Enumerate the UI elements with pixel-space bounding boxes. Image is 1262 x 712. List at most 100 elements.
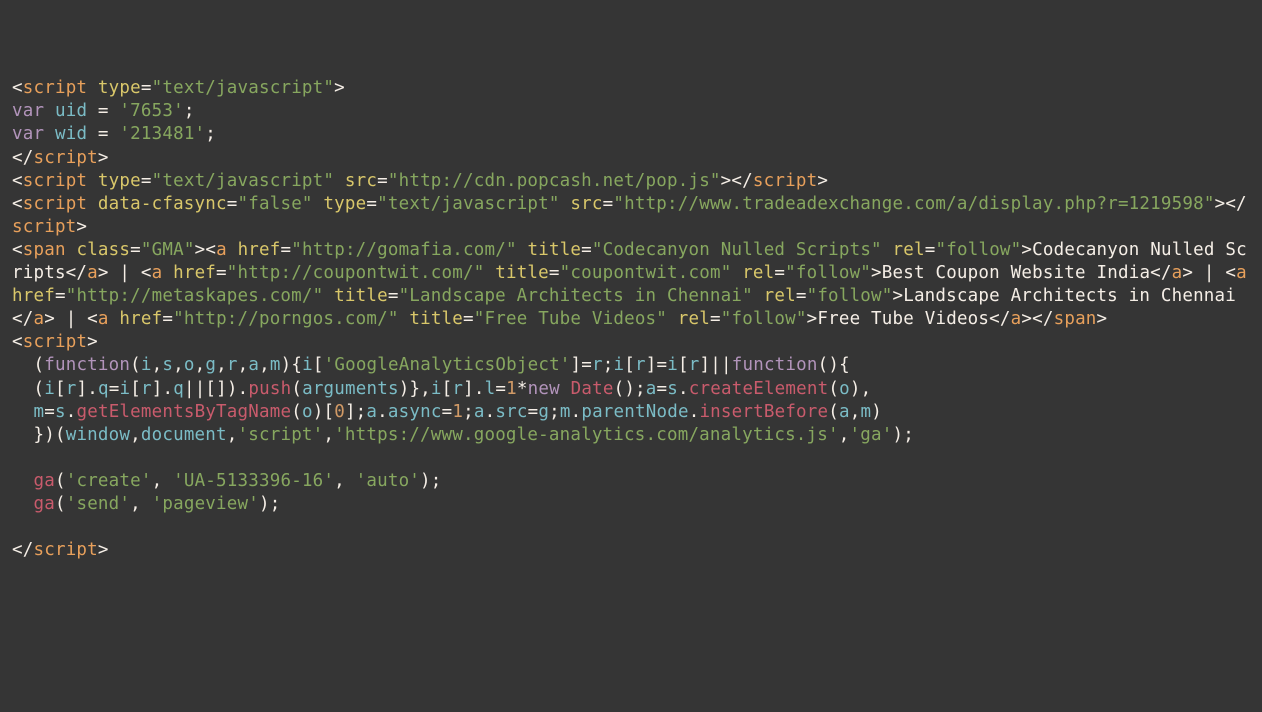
code-token: ; xyxy=(205,124,216,144)
code-token: class xyxy=(76,240,130,260)
code-token: href xyxy=(238,240,281,260)
code-token: })( xyxy=(12,425,66,445)
code-token: a xyxy=(474,402,485,422)
code-token: < xyxy=(12,194,23,214)
code-token: href xyxy=(119,309,162,329)
code-token: = xyxy=(388,286,399,306)
code-token: ){ xyxy=(281,355,302,375)
code-token: g xyxy=(538,402,549,422)
code-token: ||[]). xyxy=(184,379,248,399)
code-token: 'GoogleAnalyticsObject' xyxy=(324,355,571,375)
code-token: title xyxy=(334,286,388,306)
code-token xyxy=(12,494,33,514)
code-token: i xyxy=(431,379,442,399)
code-editor-content: <script type="text/javascript"> var uid … xyxy=(12,77,1250,562)
code-token: = xyxy=(87,101,119,121)
code-token: ; xyxy=(549,402,560,422)
code-token: r xyxy=(635,355,646,375)
code-token xyxy=(66,240,77,260)
code-token: a xyxy=(98,309,109,329)
code-token: i xyxy=(119,379,130,399)
code-token: , xyxy=(227,425,238,445)
code-token: var xyxy=(12,101,44,121)
code-token: = xyxy=(377,171,388,191)
code-token: [ xyxy=(55,379,66,399)
code-token: > | < xyxy=(44,309,98,329)
code-token: span xyxy=(1054,309,1097,329)
code-token: a xyxy=(1236,263,1247,283)
code-token: . xyxy=(66,402,77,422)
code-token xyxy=(334,171,345,191)
code-token: , xyxy=(152,471,173,491)
code-token: ); xyxy=(892,425,913,445)
code-token: ga xyxy=(33,471,54,491)
code-token: a xyxy=(87,263,98,283)
code-token: ; xyxy=(603,355,614,375)
code-token: ( xyxy=(12,379,44,399)
code-token: type xyxy=(323,194,366,214)
code-token: [ xyxy=(624,355,635,375)
code-token: (){ xyxy=(818,355,850,375)
code-token: href xyxy=(173,263,216,283)
code-token: "follow" xyxy=(785,263,871,283)
code-token: 'ga' xyxy=(850,425,893,445)
code-token: "text/javascript" xyxy=(152,78,335,98)
code-token: r xyxy=(689,355,700,375)
code-token: script xyxy=(23,332,87,352)
code-token xyxy=(560,194,571,214)
code-token xyxy=(517,240,528,260)
code-token: , xyxy=(216,355,227,375)
code-token: )[ xyxy=(313,402,334,422)
code-token: "http://porngos.com/" xyxy=(173,309,398,329)
code-token: m xyxy=(33,402,44,422)
code-token: m xyxy=(560,402,571,422)
code-token: , xyxy=(323,425,334,445)
code-token: = xyxy=(657,379,668,399)
code-token: = xyxy=(366,194,377,214)
code-token: = xyxy=(796,286,807,306)
code-token: [ xyxy=(442,379,453,399)
code-token: ), xyxy=(850,379,871,399)
code-token: m xyxy=(270,355,281,375)
code-token: , xyxy=(130,425,141,445)
code-token: ga xyxy=(33,494,54,514)
code-token: "Free Tube Videos" xyxy=(474,309,667,329)
code-token: i xyxy=(141,355,152,375)
code-token: 'auto' xyxy=(356,471,420,491)
code-token: [ xyxy=(313,355,324,375)
code-token: 'send' xyxy=(66,494,130,514)
code-token: title xyxy=(527,240,581,260)
code-token: createElement xyxy=(689,379,829,399)
code-token: . xyxy=(571,402,582,422)
code-token: ); xyxy=(420,471,441,491)
code-token: "http://cdn.popcash.net/pop.js" xyxy=(388,171,721,191)
code-token: ]= xyxy=(571,355,592,375)
code-token: >< xyxy=(195,240,216,260)
code-token: rel xyxy=(893,240,925,260)
code-token: > xyxy=(87,332,98,352)
code-token: "text/javascript" xyxy=(377,194,560,214)
code-token: >Best Coupon Website India</ xyxy=(871,263,1172,283)
code-token: ( xyxy=(55,494,66,514)
code-token: "Codecanyon Nulled Scripts" xyxy=(592,240,882,260)
code-token xyxy=(227,240,238,260)
code-token: < xyxy=(12,240,23,260)
code-token xyxy=(12,402,33,422)
code-token: a xyxy=(646,379,657,399)
code-token: "Landscape Architects in Chennai" xyxy=(399,286,753,306)
code-token: src xyxy=(495,402,527,422)
code-token: data-cfasync xyxy=(98,194,227,214)
code-token: rel xyxy=(678,309,710,329)
code-token: ]. xyxy=(463,379,484,399)
code-token: , xyxy=(259,355,270,375)
code-token: ( xyxy=(828,402,839,422)
code-token: window xyxy=(66,425,130,445)
code-token: , xyxy=(334,471,355,491)
code-token: ]= xyxy=(646,355,667,375)
code-token: r xyxy=(227,355,238,375)
code-token: s xyxy=(55,402,66,422)
code-token: q xyxy=(98,379,109,399)
code-token xyxy=(12,471,33,491)
code-token: = xyxy=(463,309,474,329)
code-token: o xyxy=(184,355,195,375)
